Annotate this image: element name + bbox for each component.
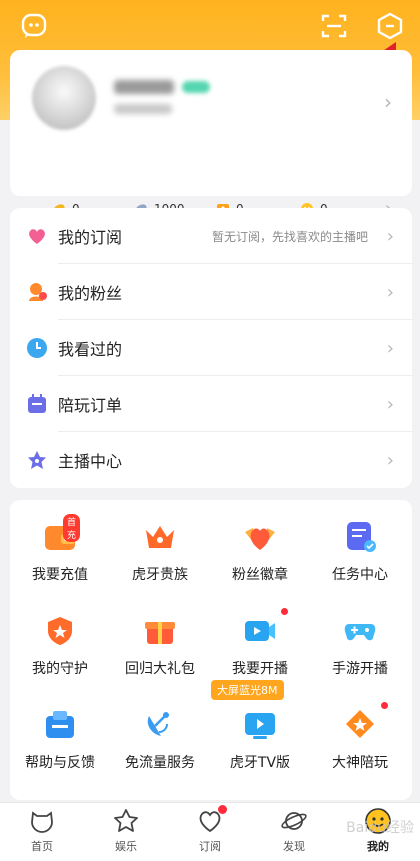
star-icon	[28, 451, 46, 469]
planet-icon	[281, 812, 307, 830]
tab-discover[interactable]: 发现	[252, 807, 336, 854]
menu-item-label: 我的粉丝	[58, 284, 123, 303]
gift-icon	[145, 622, 175, 644]
chevron-right-icon: ›	[386, 449, 394, 471]
notification-dot	[218, 805, 227, 814]
grid-item-mobile-game-stream[interactable]: 手游开播	[310, 614, 410, 678]
grid-item-label: 我要充值	[32, 567, 88, 583]
task-icon	[347, 522, 376, 552]
menu-item-fans[interactable]: 我的粉丝 ›	[10, 264, 412, 320]
grid-item-label: 免流量服务	[125, 755, 195, 771]
menu-card: 我的订阅 暂无订阅，先找喜欢的主播吧 › 我的粉丝 › 我看过的 › 陪玩订单 …	[10, 208, 412, 488]
user-id-blurred	[114, 104, 172, 114]
bottom-tab-bar: 首页 娱乐 订阅 发现 我的 Baidu经验	[0, 802, 420, 861]
first-charge-tag: 首充	[63, 514, 81, 542]
grid-item-label: 大神陪玩	[332, 755, 388, 771]
grid-item-guard[interactable]: 我的守护	[10, 614, 110, 678]
grid-item-label: 手游开播	[332, 661, 388, 677]
tab-home[interactable]: 首页	[0, 807, 84, 854]
grid-item-label: 帮助与反馈	[25, 755, 95, 771]
tab-label: 发现	[283, 840, 305, 853]
grid-item-recharge[interactable]: 首充 我要充值	[10, 514, 110, 584]
grid-item-label: 虎牙TV版	[229, 755, 291, 771]
grid-item-label: 回归大礼包	[125, 661, 195, 677]
fan-badge-icon	[245, 528, 275, 550]
chevron-right-icon: ›	[386, 393, 394, 415]
home-tiger-icon	[31, 811, 53, 833]
grid-item-free-data[interactable]: 免流量服务	[110, 708, 210, 772]
watermark: Baidu经验	[346, 820, 414, 836]
new-dot	[281, 608, 288, 615]
heart-icon	[29, 229, 45, 244]
message-icon	[21, 13, 47, 38]
grid-item-start-stream[interactable]: 我要开播	[210, 608, 310, 678]
satellite-icon	[147, 712, 169, 736]
chevron-right-icon: ›	[386, 225, 394, 247]
tab-label: 订阅	[199, 840, 221, 853]
fans-icon	[29, 283, 47, 301]
username-blurred	[114, 80, 174, 94]
clock-icon	[27, 338, 47, 358]
tab-label: 首页	[31, 840, 53, 853]
chevron-right-icon: ›	[384, 90, 392, 114]
profile-card[interactable]: › 0 1000 0 0 ›	[10, 50, 412, 219]
menu-item-orders[interactable]: 陪玩订单 ›	[10, 376, 412, 432]
grid-item-return-gift[interactable]: 回归大礼包	[110, 614, 210, 678]
calendar-icon	[28, 394, 46, 413]
star-outline-icon	[114, 809, 138, 832]
new-dot	[381, 702, 388, 709]
tv-promo-tag: 大屏蓝光8M	[211, 680, 284, 700]
message-button[interactable]	[16, 8, 52, 44]
crown-icon	[146, 526, 174, 548]
avatar[interactable]	[32, 66, 96, 130]
menu-item-subscriptions[interactable]: 我的订阅 暂无订阅，先找喜欢的主播吧 ›	[10, 208, 412, 264]
chevron-right-icon: ›	[386, 281, 394, 303]
services-grid: 首充 我要充值 虎牙贵族 粉丝徽章 任务中心 我的守护 回归大礼包 我要开播 手…	[10, 500, 412, 800]
shield-icon	[48, 617, 72, 645]
gamepad-icon	[344, 624, 376, 641]
menu-item-label: 陪玩订单	[58, 396, 123, 415]
tab-label: 我的	[367, 840, 389, 853]
menu-item-label: 我的订阅	[58, 228, 123, 247]
menu-item-history[interactable]: 我看过的 ›	[10, 320, 412, 376]
grid-item-tasks[interactable]: 任务中心	[310, 520, 410, 584]
grid-item-fan-badge[interactable]: 粉丝徽章	[210, 520, 310, 584]
grid-item-pro-player[interactable]: 大神陪玩	[310, 702, 410, 772]
tv-icon	[245, 713, 275, 739]
grid-item-tv[interactable]: 大屏蓝光8M 虎牙TV版	[210, 680, 310, 772]
tab-subscriptions[interactable]: 订阅	[168, 805, 252, 854]
grid-item-label: 我的守护	[32, 661, 88, 677]
camera-icon	[245, 621, 275, 641]
player-icon	[346, 710, 374, 738]
tab-entertainment[interactable]: 娱乐	[84, 807, 168, 854]
grid-item-help[interactable]: 帮助与反馈	[10, 708, 110, 772]
menu-item-streamer-center[interactable]: 主播中心 ›	[10, 432, 412, 488]
menu-item-label: 我看过的	[58, 340, 123, 359]
grid-item-label: 任务中心	[332, 567, 388, 583]
grid-item-label: 粉丝徽章	[232, 567, 288, 583]
grid-item-nobility[interactable]: 虎牙贵族	[110, 520, 210, 584]
menu-item-hint: 暂无订阅，先找喜欢的主播吧	[211, 229, 368, 244]
help-box-icon	[46, 711, 74, 738]
tab-label: 娱乐	[115, 840, 137, 853]
grid-item-label: 虎牙贵族	[132, 567, 188, 583]
grid-item-label: 我要开播	[232, 661, 288, 677]
chevron-right-icon: ›	[386, 337, 394, 359]
menu-item-label: 主播中心	[58, 452, 123, 471]
level-badge-blurred	[182, 81, 210, 93]
